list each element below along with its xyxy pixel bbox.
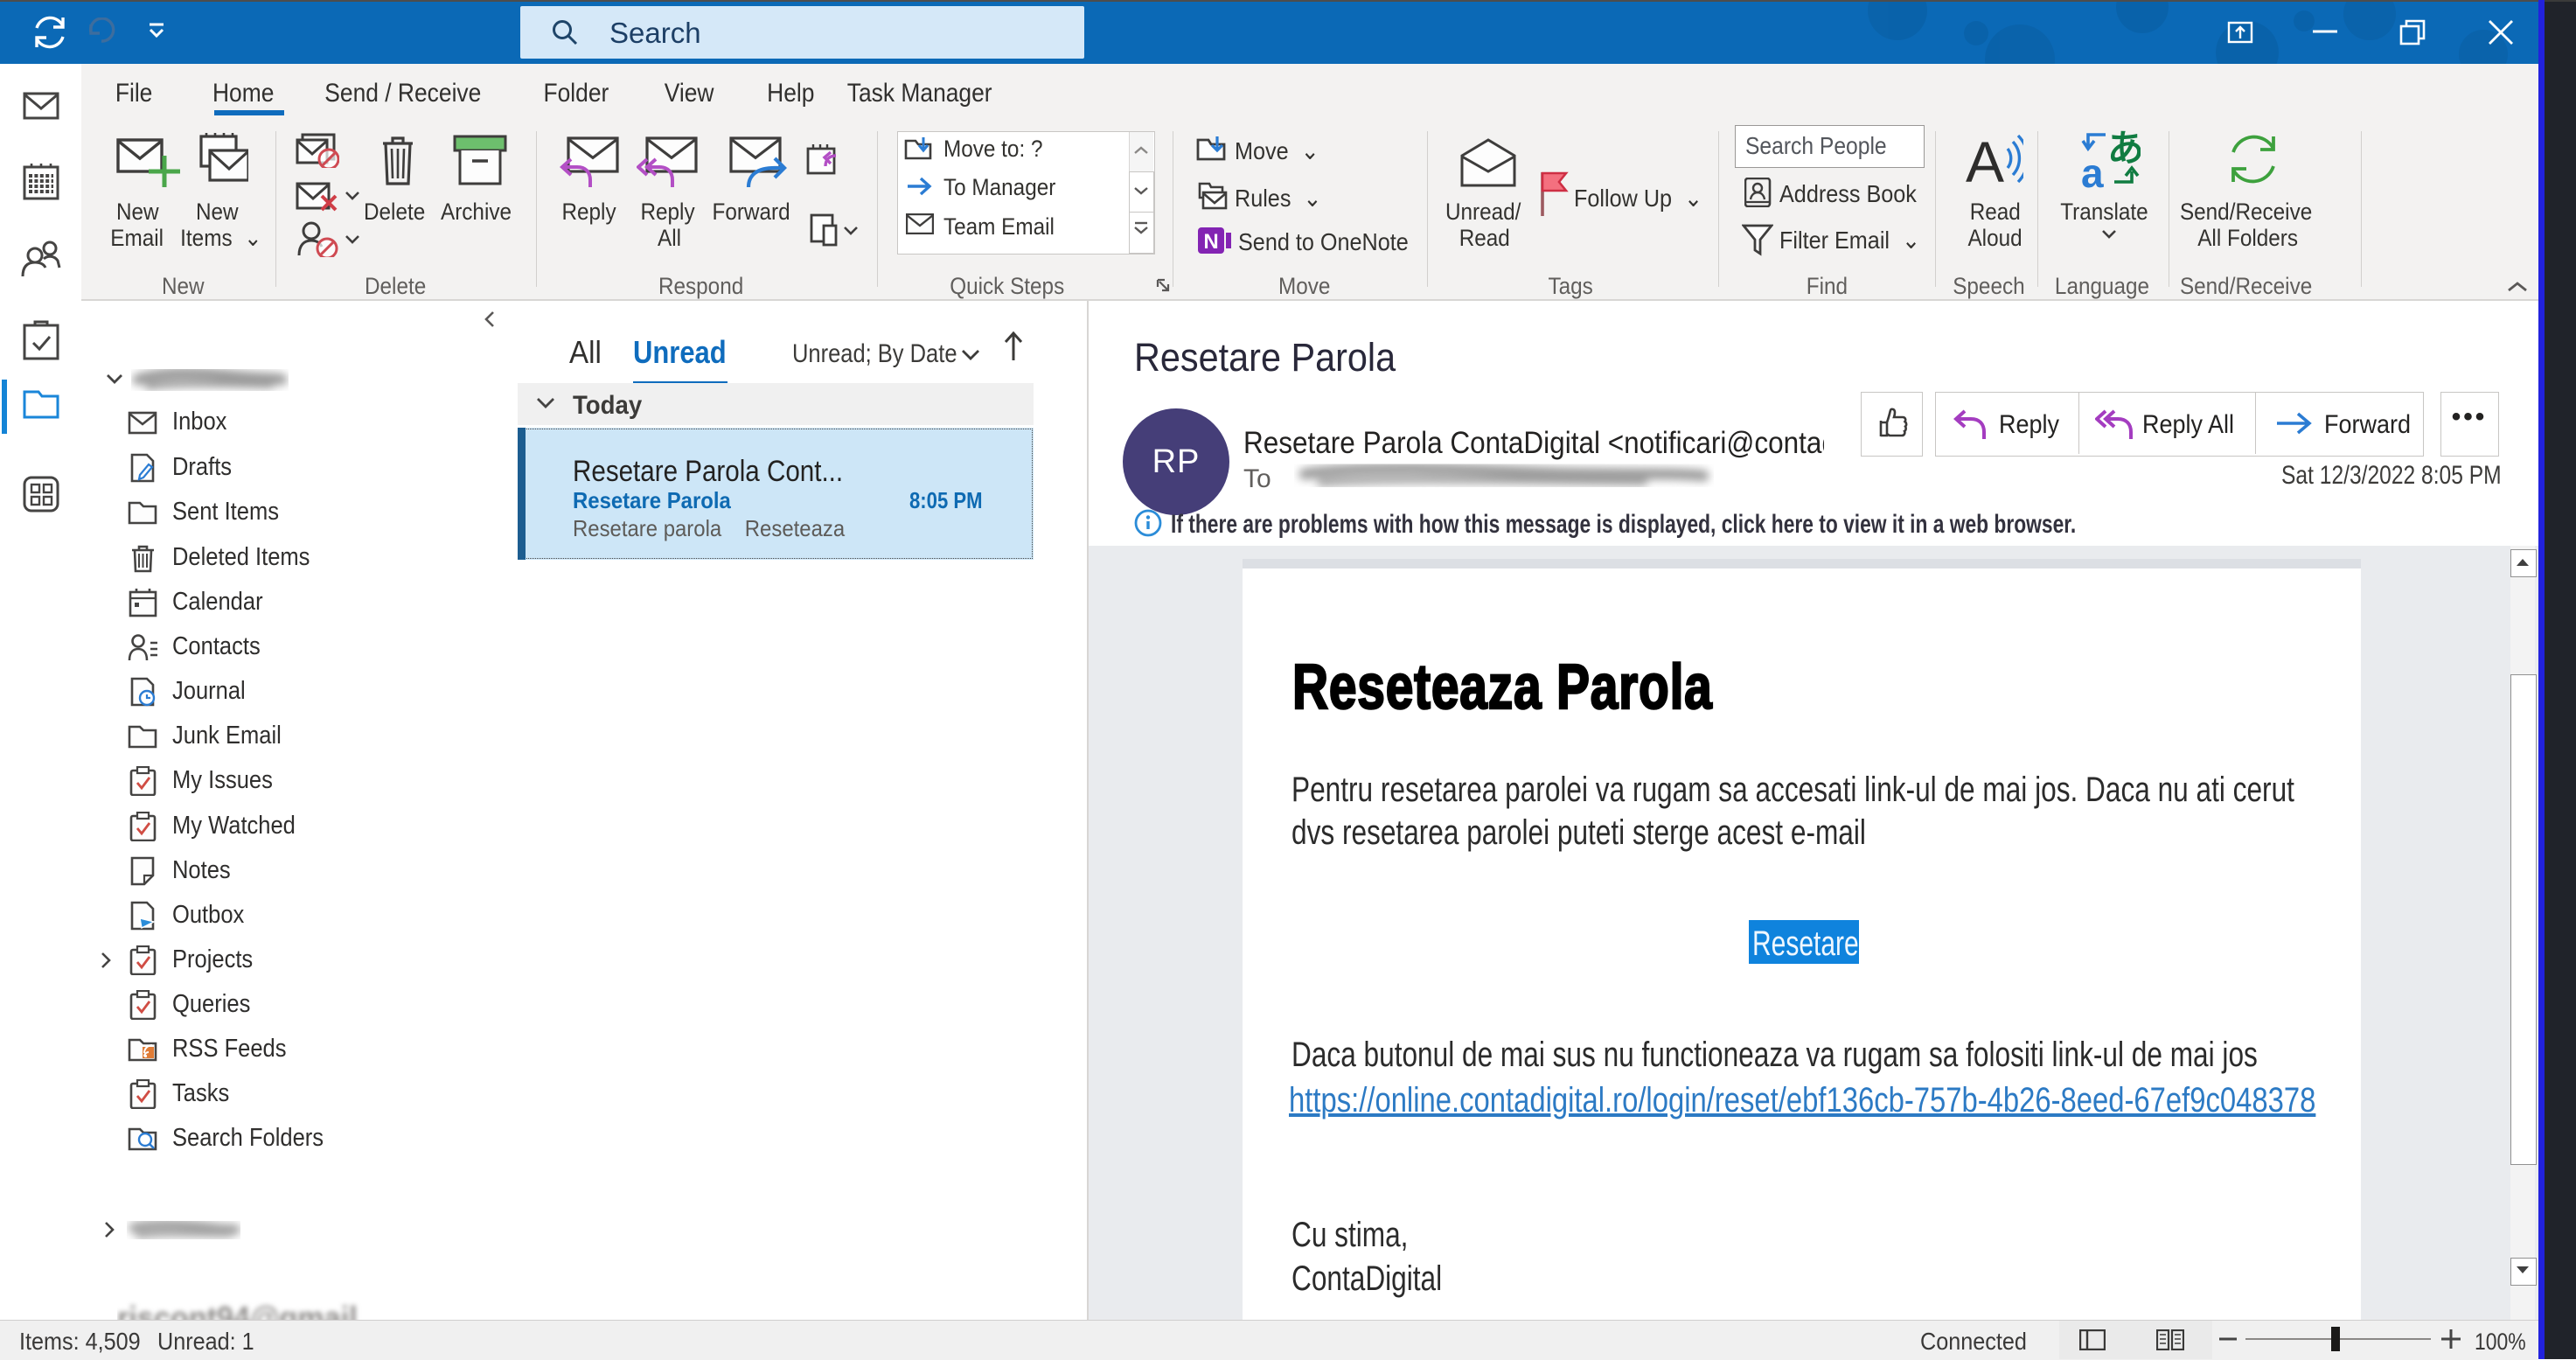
svg-text:A: A	[1966, 133, 2004, 189]
svg-text:あ: あ	[2107, 129, 2141, 169]
svg-text:N: N	[1203, 230, 1218, 254]
svg-text:a: a	[2081, 150, 2104, 191]
